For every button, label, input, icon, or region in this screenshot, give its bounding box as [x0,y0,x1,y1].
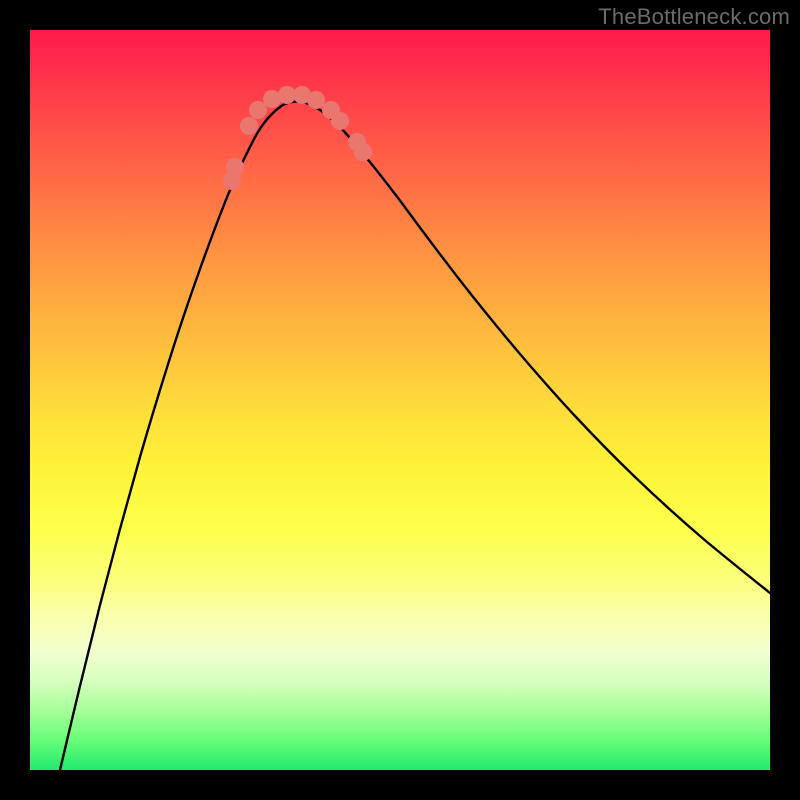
plot-area [30,30,770,770]
curve-marker [249,101,267,119]
bottleneck-curve [60,102,770,770]
chart-frame: TheBottleneck.com [0,0,800,800]
curve-marker [307,91,325,109]
curve-marker [354,143,372,161]
watermark-text: TheBottleneck.com [598,4,790,30]
curve-svg [30,30,770,770]
curve-markers [223,86,372,190]
curve-marker [240,117,258,135]
curve-marker [226,158,244,176]
curve-marker [331,112,349,130]
